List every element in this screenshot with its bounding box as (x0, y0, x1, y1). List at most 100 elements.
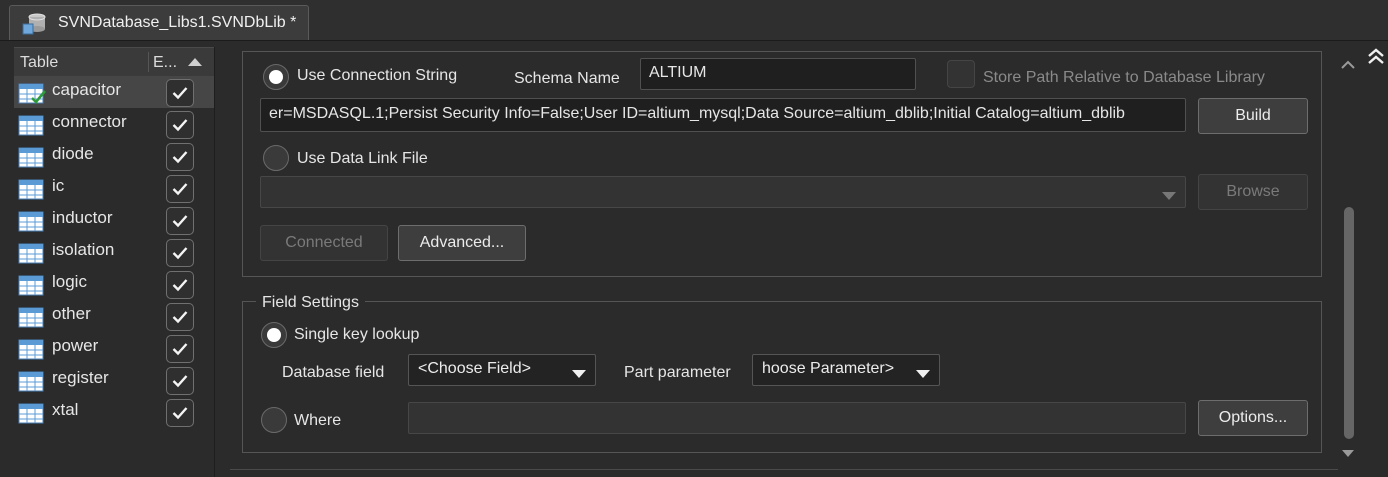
table-row[interactable]: power (14, 332, 214, 364)
advanced-button[interactable]: Advanced... (398, 225, 526, 261)
table-icon (18, 307, 46, 329)
table-row[interactable]: capacitor (14, 76, 214, 108)
column-header-enabled[interactable]: E... (153, 54, 177, 72)
table-icon (18, 147, 46, 169)
chevron-down-icon (571, 366, 587, 384)
table-name: connector (52, 112, 127, 131)
table-row[interactable]: register (14, 364, 214, 396)
table-name: diode (52, 144, 94, 163)
part-parameter-value: hoose Parameter> (762, 360, 895, 377)
connection-string-input[interactable]: er=MSDASQL.1;Persist Security Info=False… (260, 98, 1186, 132)
column-divider (148, 52, 149, 72)
build-button-label: Build (1235, 107, 1271, 124)
sort-ascending-icon[interactable] (186, 55, 204, 69)
table-row[interactable]: logic (14, 268, 214, 300)
use-data-link-file-label: Use Data Link File (297, 150, 428, 167)
column-header-table[interactable]: Table (20, 54, 58, 72)
document-tab-strip: SVNDatabase_Libs1.SVNDbLib * (0, 0, 1388, 41)
table-enabled-checkbox[interactable] (166, 271, 194, 299)
table-name: xtal (52, 400, 79, 419)
table-enabled-checkbox[interactable] (166, 239, 194, 267)
part-parameter-combo[interactable]: hoose Parameter> (752, 354, 940, 386)
table-icon (18, 275, 46, 297)
database-field-value: <Choose Field> (418, 360, 531, 377)
schema-name-input[interactable]: ALTIUM (640, 58, 916, 90)
browse-button-label: Browse (1226, 183, 1280, 200)
data-link-file-combo[interactable] (260, 176, 1186, 208)
table-icon (18, 243, 46, 265)
single-key-lookup-radio[interactable] (261, 322, 287, 348)
table-enabled-checkbox[interactable] (166, 399, 194, 427)
table-row[interactable]: connector (14, 108, 214, 140)
where-radio[interactable] (261, 407, 287, 433)
where-clause-input[interactable] (408, 402, 1186, 434)
table-enabled-checkbox[interactable] (166, 111, 194, 139)
build-button[interactable]: Build (1198, 98, 1308, 134)
database-library-icon (22, 12, 48, 36)
table-icon (18, 339, 46, 361)
where-label: Where (294, 412, 342, 429)
document-tab-title: SVNDatabase_Libs1.SVNDbLib * (58, 14, 297, 31)
options-button-label: Options... (1218, 409, 1288, 426)
database-field-label: Database field (282, 364, 385, 381)
schema-name-label: Schema Name (514, 70, 620, 87)
table-icon (18, 211, 46, 233)
table-icon (18, 403, 46, 425)
scroll-up-icon[interactable] (1341, 57, 1355, 75)
table-icon (18, 115, 46, 137)
table-name: capacitor (52, 80, 121, 99)
field-settings-group: Single key lookup Database field <Choose… (242, 301, 1322, 453)
table-enabled-checkbox[interactable] (166, 79, 194, 107)
table-enabled-checkbox[interactable] (166, 143, 194, 171)
use-data-link-file-radio[interactable] (263, 145, 289, 171)
connected-button[interactable]: Connected (260, 225, 388, 261)
table-row[interactable]: diode (14, 140, 214, 172)
table-name: other (52, 304, 91, 323)
table-name: logic (52, 272, 87, 291)
schema-name-value: ALTIUM (649, 64, 707, 81)
table-enabled-checkbox[interactable] (166, 303, 194, 331)
table-name: inductor (52, 208, 113, 227)
table-enabled-checkbox[interactable] (166, 367, 194, 395)
tables-header: Table E... (14, 47, 214, 77)
table-row[interactable]: xtal (14, 396, 214, 428)
table-row[interactable]: other (14, 300, 214, 332)
table-enabled-checkbox[interactable] (166, 207, 194, 235)
database-field-combo[interactable]: <Choose Field> (408, 354, 596, 386)
browse-button[interactable]: Browse (1198, 174, 1308, 210)
document-tab[interactable]: SVNDatabase_Libs1.SVNDbLib * (9, 5, 309, 40)
table-checked-icon (18, 83, 47, 105)
table-name: ic (52, 176, 65, 195)
scroll-down-icon[interactable] (1341, 445, 1355, 463)
store-path-relative-label: Store Path Relative to Database Library (983, 69, 1265, 86)
chevron-down-icon (915, 366, 931, 384)
use-connection-string-radio[interactable] (263, 64, 289, 90)
tables-panel: Table E... capacitor connector diode ic … (14, 47, 215, 477)
panel-bottom-divider (230, 469, 1338, 470)
table-row[interactable]: isolation (14, 236, 214, 268)
vertical-scrollbar[interactable] (1337, 47, 1359, 462)
collapse-panel-icon[interactable] (1366, 47, 1386, 67)
table-icon (18, 179, 46, 201)
single-key-lookup-label: Single key lookup (294, 326, 420, 343)
table-name: register (52, 368, 109, 387)
table-icon (18, 371, 46, 393)
use-connection-string-label: Use Connection String (297, 67, 458, 84)
table-enabled-checkbox[interactable] (166, 335, 194, 363)
table-name: isolation (52, 240, 115, 259)
scrollbar-thumb[interactable] (1344, 207, 1354, 439)
connected-button-label: Connected (285, 234, 363, 251)
table-row[interactable]: ic (14, 172, 214, 204)
chevron-down-icon (1161, 188, 1177, 206)
store-path-relative-checkbox[interactable] (947, 60, 975, 88)
connection-group: Use Connection String Schema Name ALTIUM… (242, 51, 1322, 277)
table-row[interactable]: inductor (14, 204, 214, 236)
table-enabled-checkbox[interactable] (166, 175, 194, 203)
connection-settings-panel: Use Connection String Schema Name ALTIUM… (230, 47, 1338, 477)
advanced-button-label: Advanced... (419, 234, 505, 251)
field-settings-legend: Field Settings (256, 294, 365, 312)
connection-string-value: er=MSDASQL.1;Persist Security Info=False… (269, 105, 1125, 122)
table-name: power (52, 336, 99, 355)
options-button[interactable]: Options... (1198, 400, 1308, 436)
part-parameter-label: Part parameter (624, 364, 731, 381)
